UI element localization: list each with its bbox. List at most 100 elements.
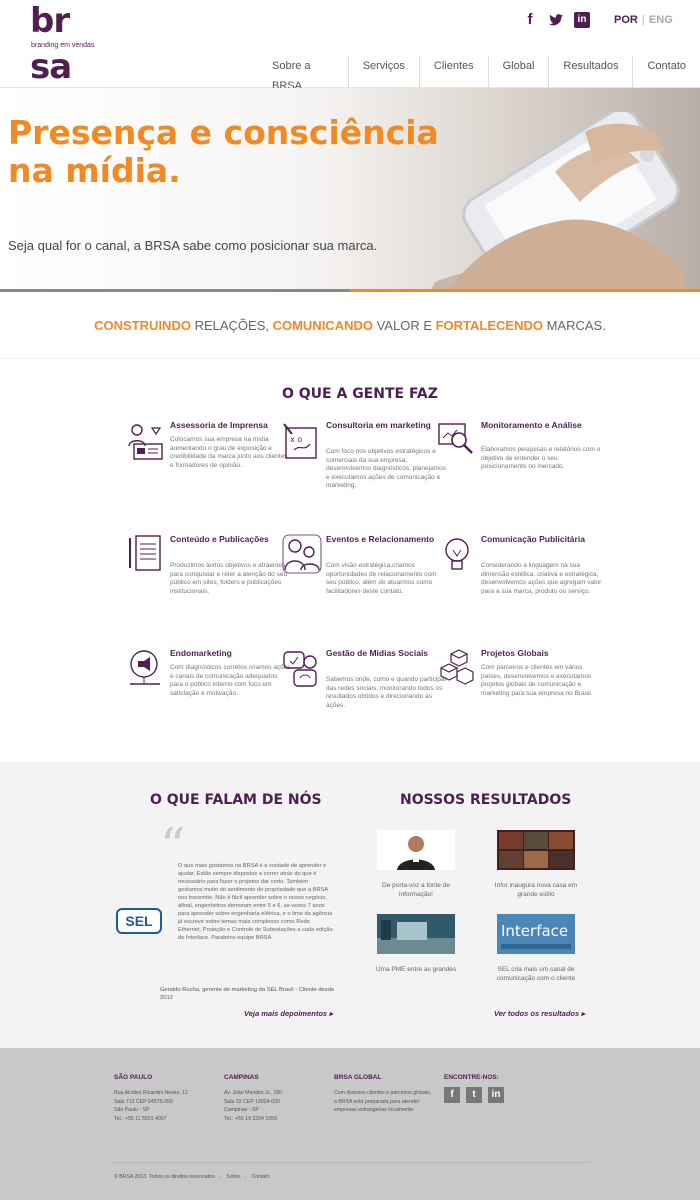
footer-campinas: CAMPINAS Av. João Mendes Jr., 180 Sala 0… [224, 1074, 324, 1123]
svg-text:x o: x o [290, 435, 302, 444]
tagline-word-3: FORTALECENDO [435, 318, 543, 333]
address-line: Av. João Mendes Jr., 180 [224, 1090, 283, 1096]
result-caption: De porta-voz a fonte de informação! [382, 882, 450, 898]
arrow-right-icon: ▸ [329, 1009, 333, 1018]
footer-separator: | [245, 1174, 247, 1180]
service-title: Projetos Globais [481, 648, 549, 658]
phone-line: Tel.: +55 11 5501 4007 [114, 1115, 167, 1122]
tagline-text-1: RELAÇÕES, [190, 318, 273, 333]
brsa-logo[interactable]: br branding em vendas sa [30, 1, 94, 87]
sel-client-logo: SEL [116, 908, 162, 934]
hero-banner: Presença e consciência na mídia. Seja qu… [0, 88, 700, 292]
language-switcher: POR | ENG [614, 14, 673, 26]
result-caption: Uma PME entre as grandes [375, 966, 457, 973]
linkedin-icon[interactable]: in [574, 12, 590, 28]
service-text: Com parceiros e clientes em vários paíse… [481, 664, 593, 697]
logo-bottom: sa [30, 47, 72, 87]
megaphone-icon [130, 650, 160, 685]
hero-subtitle: Seja qual for o canal, a BRSA sabe como … [8, 238, 378, 253]
address-line: São Paulo - SP [114, 1107, 150, 1113]
document-pen-icon [129, 535, 161, 571]
site-header: br branding em vendas sa f in POR | ENG So… [0, 0, 700, 96]
result-caption: SEL cria mais um canal de comunicação co… [496, 966, 576, 982]
logo-top: br [30, 1, 70, 41]
service-title: Comunicação Publicitária [481, 534, 585, 544]
footer-global-text: Com diversos clientes e parceiros globai… [334, 1090, 432, 1113]
all-results-label: Ver todos os resultados [494, 1009, 580, 1018]
hero-progress-bar [0, 289, 700, 292]
address-line: Sala 712 CEP 04575-050 [114, 1098, 173, 1105]
more-testimonials-link[interactable]: Veja mais depoimentos ▸ [244, 1009, 333, 1018]
service-text: Considerando a linguagem na sua dimensão… [481, 562, 602, 595]
twitter-icon[interactable]: t [466, 1087, 482, 1103]
more-testimonials-label: Veja mais depoimentos [244, 1009, 328, 1018]
footer-divider [110, 1162, 590, 1163]
footer-col-title: ENCONTRE-NOS: [444, 1074, 499, 1081]
copyright: © BRSA 2013. Todos os direitos reservado… [114, 1174, 215, 1180]
tagline-word-2: COMUNICANDO [272, 318, 373, 333]
testimonials-title: O QUE FALAM DE NÓS [150, 792, 322, 808]
service-title: Gestão de Mídias Sociais [326, 648, 429, 658]
service-title: Consultoria em marketing [326, 420, 431, 430]
footer-col-title: BRSA GLOBAL [334, 1074, 382, 1081]
strategy-board-icon: x o [283, 423, 317, 459]
testimonial-quote: O que mais gostamos na BRSA é a vontade … [178, 863, 333, 941]
footer-sao-paulo: SÃO PAULO Rua Alcides Ricardini Neves, 1… [114, 1074, 214, 1123]
quote-icon: “ [160, 817, 186, 875]
result-item[interactable]: Uma PME entre as grandes [368, 914, 464, 974]
press-icon [128, 424, 163, 460]
address-line: Rua Alcides Ricardini Neves, 12 [114, 1090, 188, 1096]
boxes-icon [439, 649, 474, 685]
all-results-link[interactable]: Ver todos os resultados ▸ [494, 1009, 585, 1018]
footer-separator: | [219, 1174, 222, 1180]
smartphone-hand-image [430, 112, 685, 292]
footer-social-links: f t in [444, 1087, 504, 1103]
phone-line: Tel.: +55 19 3294 1059 [224, 1115, 277, 1122]
site-footer [0, 1048, 700, 1200]
footer-col-title: SÃO PAULO [114, 1074, 153, 1081]
result-thumbnail: Interface [497, 914, 575, 954]
tagline-text-3: MARCAS. [542, 318, 606, 333]
result-item[interactable]: Interface SEL cria mais um canal de comu… [488, 914, 584, 983]
service-title: Endomarketing [170, 648, 232, 658]
arrow-right-icon: ▸ [581, 1009, 586, 1018]
tagline: CONSTRUINDO RELAÇÕES, COMUNICANDO VALOR … [0, 318, 700, 333]
facebook-icon[interactable]: f [522, 12, 538, 28]
service-text: Sabemos onde, como e quando participar d… [326, 676, 447, 709]
results-title: NOSSOS RESULTADOS [400, 792, 572, 808]
service-text: Com visão estratégica,criamos oportunida… [326, 562, 437, 595]
testimonials-results-section [0, 762, 700, 1048]
service-title: Eventos e Relacionamento [326, 534, 435, 544]
footer-col-title: CAMPINAS [224, 1074, 259, 1081]
social-media-icon [283, 651, 317, 687]
lang-eng[interactable]: ENG [649, 14, 673, 26]
footer-bottom: © BRSA 2013. Todos os direitos reservado… [114, 1174, 270, 1180]
facebook-icon[interactable]: f [444, 1087, 460, 1103]
result-item[interactable]: Infor inaugura nova casa em grande estil… [488, 830, 584, 899]
lightbulb-icon [445, 538, 469, 570]
people-icon [282, 534, 322, 574]
result-thumbnail [377, 914, 455, 954]
testimonial-author: Geraldo Rocha, gerente de marketing da S… [160, 987, 335, 1001]
linkedin-icon[interactable]: in [488, 1087, 504, 1103]
service-text: Produzimos textos objetivos e atraentes … [170, 562, 288, 595]
services-title: O QUE A GENTE FAZ [282, 386, 438, 402]
twitter-icon[interactable] [548, 12, 564, 28]
footer-link-sobre[interactable]: Sobre [226, 1174, 240, 1180]
footer-global: BRSA GLOBAL Com diversos clientes e parc… [334, 1074, 434, 1115]
tagline-word-1: CONSTRUINDO [94, 318, 191, 333]
service-title: Assessoria de Imprensa [170, 420, 268, 430]
address-line: Sala 02 CEP 13024-030 [224, 1098, 280, 1105]
section-divider [0, 358, 700, 359]
service-text: Com foco nos objetivos estratégicos e co… [326, 448, 446, 489]
footer-link-contato[interactable]: Contato [251, 1174, 269, 1180]
address-line: Campinas - SP [224, 1107, 259, 1113]
result-item[interactable]: De porta-voz a fonte de informação! [368, 830, 464, 899]
result-thumbnail [377, 830, 455, 870]
result-thumbnail [497, 830, 575, 870]
thumbnail-interface-text: Interface [501, 922, 568, 940]
magnifier-chart-icon [438, 423, 473, 454]
result-caption: Infor inaugura nova casa em grande estil… [494, 882, 578, 898]
lang-por[interactable]: POR [614, 14, 638, 26]
service-text: Elaboramos pesquisas e relatórios com o … [481, 446, 601, 470]
